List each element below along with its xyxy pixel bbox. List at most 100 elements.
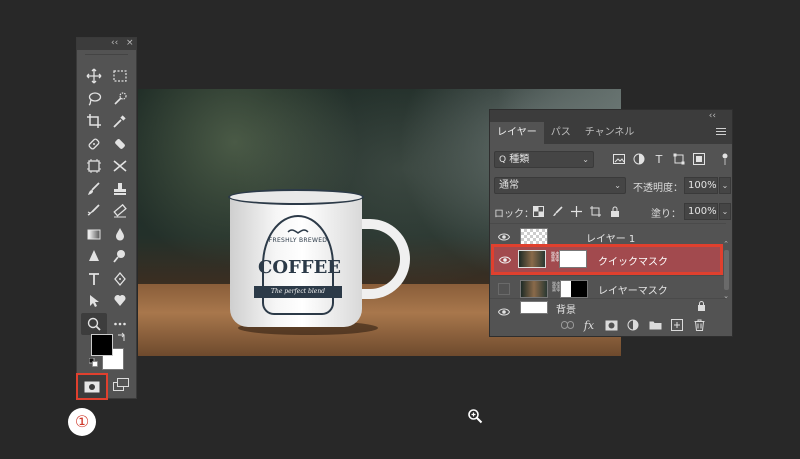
gradient-icon[interactable] (81, 223, 107, 246)
marquee-icon[interactable] (107, 65, 133, 88)
brush-icon[interactable] (81, 178, 107, 201)
layer-name: レイヤーマスク (598, 286, 668, 297)
blur-icon[interactable] (107, 223, 133, 246)
eyedropper-icon[interactable] (107, 110, 133, 133)
logo-wordmark: COFFEE (258, 257, 342, 278)
scrollbar-thumb[interactable] (723, 250, 729, 290)
blend-row: 通常 ⌄ 不透明度： 100% ⌄ (490, 173, 732, 199)
fill-field[interactable]: 100% (684, 203, 718, 220)
layers-scrollbar[interactable]: ⌃ ⌄ (722, 240, 730, 306)
quick-mask-button[interactable] (76, 373, 108, 400)
tool-grid (81, 65, 133, 335)
pixel-filter-icon[interactable] (612, 151, 626, 167)
opacity-chevron-icon[interactable]: ⌄ (719, 177, 731, 194)
blend-mode-value: 通常 (499, 180, 519, 191)
lock-pixels-icon[interactable] (551, 203, 564, 219)
step-badge: ① (68, 408, 96, 436)
panel-grip[interactable] (85, 50, 128, 55)
lock-all-icon[interactable] (608, 203, 621, 219)
tab-channels[interactable]: チャンネル (578, 122, 642, 144)
opacity-field[interactable]: 100% (684, 177, 718, 194)
chevron-up-icon[interactable]: ⌃ (722, 240, 730, 248)
layer-mask-thumbnail (560, 280, 588, 298)
visibility-toggle-off[interactable] (498, 283, 510, 295)
patch-icon[interactable] (107, 133, 133, 156)
layer-thumbnail (520, 280, 548, 298)
move-icon[interactable] (81, 65, 107, 88)
new-layer-icon[interactable] (670, 317, 684, 333)
dodge-icon[interactable] (107, 245, 133, 268)
lock-row: ロック： 塗り： 100% ⌄ (490, 199, 732, 225)
lock-position-icon[interactable] (570, 203, 583, 219)
link-icon[interactable] (560, 317, 574, 333)
layers-footer: fx (490, 314, 732, 336)
swap-colors-icon[interactable] (117, 332, 127, 342)
fill-label: 塗り： (651, 209, 681, 220)
type-filter-icon[interactable]: T (652, 151, 666, 167)
footer-icons: fx (560, 317, 706, 333)
layers-panel: ‹‹ レイヤー パス チャンネル Q 種類 ⌄ T 通常 ⌄ 不透明度： 100… (489, 109, 733, 337)
sharpen-icon[interactable] (81, 245, 107, 268)
crop-icon[interactable] (81, 110, 107, 133)
type-icon[interactable] (81, 268, 107, 291)
folder-icon[interactable] (648, 317, 662, 333)
lock-transparent-icon[interactable] (532, 203, 545, 219)
chevron-down-icon: ⌄ (582, 155, 589, 164)
chevron-down-icon[interactable]: ⌄ (722, 292, 730, 300)
mask-icon[interactable] (604, 317, 618, 333)
filter-kind-label: 種類 (509, 154, 530, 165)
layer-mask-thumbnail (559, 250, 587, 268)
filter-kind-select[interactable]: Q 種類 ⌄ (494, 151, 594, 168)
smart-object-filter-icon[interactable] (692, 151, 706, 167)
panel-tabs: レイヤー パス チャンネル (490, 122, 732, 144)
custom-shape-icon[interactable] (107, 290, 133, 313)
logo-tagline: FRESHLY BREWED (268, 237, 328, 244)
pen-icon[interactable] (107, 268, 133, 291)
quick-mask-icon (84, 381, 100, 392)
content-aware-move-icon[interactable] (107, 155, 133, 178)
frame-icon[interactable] (81, 155, 107, 178)
adjustment-filter-icon[interactable] (632, 151, 646, 167)
lasso-icon[interactable] (81, 88, 107, 111)
blend-mode-select[interactable]: 通常 ⌄ (494, 177, 626, 194)
default-colors-icon[interactable] (89, 358, 98, 367)
lock-icon (697, 301, 706, 314)
layer-thumbnail (520, 301, 548, 314)
tools-panel-header[interactable]: ‹‹ × (77, 38, 136, 50)
collapse-icon[interactable]: ‹‹ (111, 37, 118, 49)
fx-icon[interactable]: fx (582, 317, 596, 333)
lock-icons (532, 203, 621, 219)
eye-icon[interactable] (498, 231, 510, 243)
lock-label: ロック： (494, 209, 534, 220)
foreground-color-swatch[interactable] (91, 334, 113, 356)
eye-icon[interactable] (499, 254, 511, 266)
layers-panel-header[interactable]: ‹‹ (490, 110, 732, 122)
layer-row-selected[interactable]: ⛓ クイックマスク (491, 244, 723, 275)
collapse-icon[interactable]: ‹‹ (709, 110, 716, 122)
layer-thumbnail (518, 250, 546, 268)
panel-menu-icon[interactable] (716, 128, 726, 137)
eraser-icon[interactable] (107, 200, 133, 223)
healing-brush-icon[interactable] (81, 133, 107, 156)
tools-panel: ‹‹ × (76, 37, 137, 399)
opacity-label: 不透明度： (633, 183, 683, 194)
history-brush-icon[interactable] (81, 200, 107, 223)
shape-filter-icon[interactable] (672, 151, 686, 167)
filter-toggle-icon[interactable] (722, 153, 728, 165)
fill-chevron-icon[interactable]: ⌄ (719, 203, 731, 220)
tab-paths[interactable]: パス (544, 122, 578, 144)
mug-rim (228, 189, 364, 205)
path-select-icon[interactable] (81, 290, 107, 313)
tab-layers[interactable]: レイヤー (490, 122, 544, 144)
trash-icon[interactable] (692, 317, 706, 333)
close-icon[interactable]: × (126, 37, 134, 49)
search-icon: Q (499, 155, 507, 165)
filter-icons: T (612, 151, 706, 167)
adjustment-icon[interactable] (626, 317, 640, 333)
lock-artboard-icon[interactable] (589, 203, 602, 219)
clone-stamp-icon[interactable] (107, 178, 133, 201)
screen-mode-icon[interactable] (113, 378, 129, 392)
quick-select-icon[interactable] (107, 88, 133, 111)
zoom-icon[interactable] (81, 312, 107, 335)
filter-row: Q 種類 ⌄ T (490, 147, 732, 173)
